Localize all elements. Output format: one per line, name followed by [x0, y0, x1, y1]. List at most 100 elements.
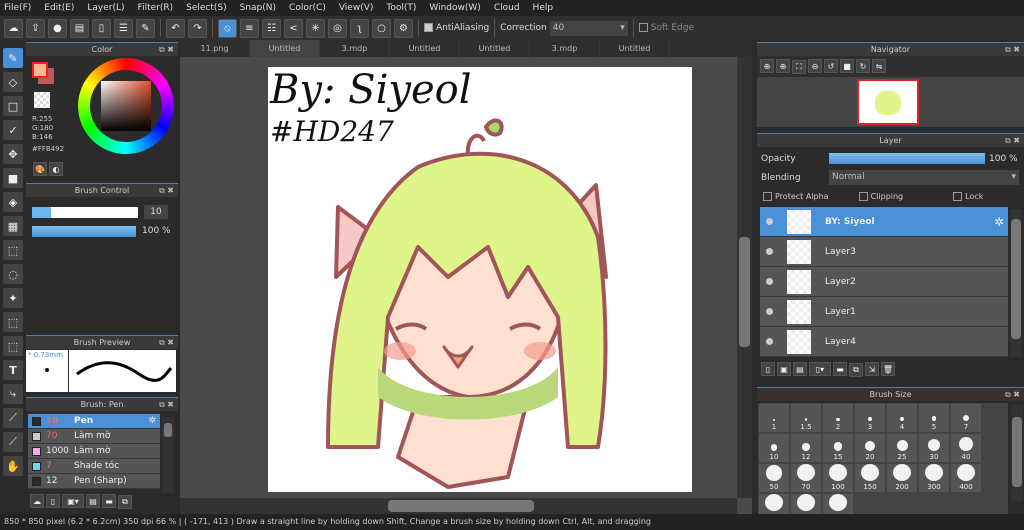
brush-size-option[interactable]: 50: [759, 464, 789, 492]
navigator-preview[interactable]: [757, 76, 1024, 127]
brush-size-option[interactable]: 70: [791, 464, 821, 492]
protect-alpha-checkbox[interactable]: Protect Alpha: [763, 192, 829, 201]
foreground-color-swatch[interactable]: [32, 62, 48, 78]
operation-tool-icon[interactable]: ⤷: [3, 384, 23, 404]
close-icon[interactable]: ⧉ ✖: [159, 184, 174, 198]
cloud-brush-icon[interactable]: ☁: [30, 494, 44, 508]
brush-size-option[interactable]: 12: [791, 434, 821, 462]
brush-size-option[interactable]: 30: [919, 434, 949, 462]
visibility-toggle-icon[interactable]: [766, 338, 773, 345]
brush-list-scrollbar[interactable]: [162, 417, 174, 493]
brush-size-option[interactable]: 40: [951, 434, 981, 462]
brush-size-option[interactable]: 1: [759, 404, 789, 432]
blending-select[interactable]: Normal ▾: [829, 170, 1019, 185]
brush-list-item[interactable]: 10 Pen ✲: [28, 414, 160, 429]
select-tool-icon[interactable]: ⬚: [3, 240, 23, 260]
chat-icon[interactable]: ▤: [70, 18, 89, 38]
brush-opacity-slider[interactable]: [32, 226, 136, 237]
close-icon[interactable]: ⧉ ✖: [1005, 134, 1020, 148]
brush-list-item[interactable]: 12 Pen (Sharp): [28, 474, 160, 489]
hue-ring[interactable]: [78, 58, 174, 154]
transparent-color-swatch[interactable]: [34, 92, 50, 108]
brush-size-option[interactable]: 15: [823, 434, 853, 462]
rectangle-tool-icon[interactable]: □: [3, 96, 23, 116]
eyedropper-tool-icon[interactable]: ⟋: [3, 432, 23, 452]
brush-size-option[interactable]: 200: [887, 464, 917, 492]
merge-layer-icon[interactable]: ⇲: [865, 362, 879, 376]
folder-icon[interactable]: ▬: [102, 494, 116, 508]
magic-wand-tool-icon[interactable]: ✦: [3, 288, 23, 308]
vertical-scrollbar[interactable]: [737, 57, 752, 498]
undo-icon[interactable]: ↶: [166, 18, 185, 38]
menu-item[interactable]: Color(C): [289, 3, 326, 13]
gradient-tool-icon[interactable]: ▦: [3, 216, 23, 236]
close-icon[interactable]: ⧉ ✖: [159, 336, 174, 350]
rotate-left-icon[interactable]: ↺: [824, 59, 838, 73]
duplicate-icon[interactable]: ⧉: [118, 494, 132, 509]
layer-row[interactable]: Layer4: [760, 327, 1008, 357]
bucket-tool-icon[interactable]: ◈: [3, 192, 23, 212]
visibility-toggle-icon[interactable]: [766, 308, 773, 315]
comment-icon[interactable]: ●: [48, 18, 67, 38]
menu-item[interactable]: Filter(R): [138, 3, 174, 13]
layer-row[interactable]: Layer2: [760, 267, 1008, 297]
fill-rect-tool-icon[interactable]: ■: [3, 168, 23, 188]
brush-size-option[interactable]: 25: [887, 434, 917, 462]
menu-item[interactable]: Snap(N): [240, 3, 276, 13]
list-icon[interactable]: ☰: [114, 18, 133, 38]
reset-rotation-icon[interactable]: ■: [840, 59, 854, 73]
brush-size-value[interactable]: 10: [144, 205, 168, 219]
eraser-tool-icon[interactable]: ◇: [3, 72, 23, 92]
add-layer-menu-icon[interactable]: ▯▾: [809, 362, 831, 376]
menu-item[interactable]: Window(W): [429, 3, 480, 13]
brush-tool-icon[interactable]: ✎: [3, 48, 23, 68]
gear-icon[interactable]: ✲: [994, 215, 1004, 229]
menu-item[interactable]: Tool(T): [386, 3, 416, 13]
menu-item[interactable]: Select(S): [186, 3, 227, 13]
navigator-viewport[interactable]: [857, 78, 919, 125]
document-tab[interactable]: Untitled: [600, 40, 670, 57]
close-icon[interactable]: ⧉ ✖: [159, 398, 174, 412]
fit-icon[interactable]: ⛶: [792, 59, 806, 74]
circle-snap-icon[interactable]: ○: [372, 18, 391, 38]
brush-size-option[interactable]: 5: [919, 404, 949, 432]
drawing-canvas[interactable]: By: Siyeol #HD247: [268, 67, 692, 492]
menu-item[interactable]: Cloud: [494, 3, 520, 13]
brush-size-option[interactable]: 100: [823, 464, 853, 492]
settings-icon[interactable]: ⚙: [394, 18, 413, 38]
close-icon[interactable]: ⧉ ✖: [159, 43, 174, 57]
text-tool-icon[interactable]: T: [3, 360, 23, 380]
delete-layer-icon[interactable]: 🗑: [881, 362, 895, 376]
brush-size-option[interactable]: 400: [951, 464, 981, 492]
concentric-snap-icon[interactable]: ◎: [328, 18, 347, 38]
menu-item[interactable]: View(V): [339, 3, 374, 13]
brush-list-item[interactable]: 1000 Làm mờ: [28, 444, 160, 459]
correction-select[interactable]: 40 ▾: [549, 20, 628, 36]
palette-swap-icon[interactable]: ◐: [49, 162, 63, 176]
brush-size-option[interactable]: 1.5: [791, 404, 821, 432]
new-brush-icon[interactable]: ▯: [46, 494, 60, 508]
close-icon[interactable]: ⧉ ✖: [1005, 43, 1020, 57]
document-tab[interactable]: 3.mdp: [530, 40, 600, 57]
dot-tool-icon[interactable]: ✓: [3, 120, 23, 140]
lock-checkbox[interactable]: Lock: [953, 192, 983, 201]
document-icon[interactable]: ▯: [92, 18, 111, 38]
brush-size-option[interactable]: 2: [823, 404, 853, 432]
edit-icon[interactable]: ✎: [136, 18, 155, 38]
brush-size-slider[interactable]: [32, 207, 138, 218]
divide-tool-icon[interactable]: ⟋: [3, 408, 23, 428]
new-layer-icon[interactable]: ▯: [761, 362, 775, 376]
new-1bit-layer-icon[interactable]: ▤: [793, 362, 807, 376]
new-halftone-layer-icon[interactable]: ▣: [777, 362, 791, 376]
brush-list-item[interactable]: 7 Shade tóc: [28, 459, 160, 474]
grid-snap-icon[interactable]: ☷: [262, 18, 281, 38]
layer-opacity-slider[interactable]: [829, 153, 985, 164]
brush-size-option[interactable]: 10: [759, 434, 789, 462]
brush-list-item[interactable]: 70 Làm mờ: [28, 429, 160, 444]
layer-row[interactable]: Layer3: [760, 237, 1008, 267]
lasso-tool-icon[interactable]: ◌: [3, 264, 23, 284]
share-icon[interactable]: ⇪: [26, 18, 45, 38]
palette-icon[interactable]: 🎨: [33, 162, 47, 176]
visibility-toggle-icon[interactable]: [766, 278, 773, 285]
brush-size-option[interactable]: 3: [855, 404, 885, 432]
